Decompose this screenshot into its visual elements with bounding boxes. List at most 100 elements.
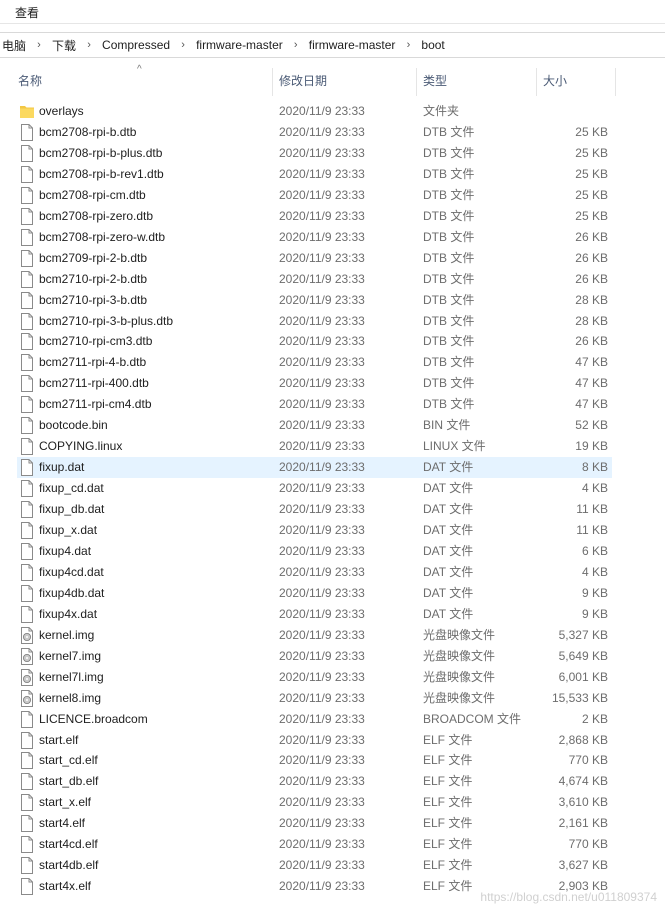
column-header-name[interactable]: 名称 <box>12 66 272 98</box>
file-row[interactable]: bcm2711-rpi-cm4.dtb 2020/11/9 23:33 DTB 文件… <box>17 394 612 415</box>
file-row[interactable]: fixup4x.dat 2020/11/9 23:33 DAT 文件 9 KB <box>17 604 612 625</box>
file-size: 8 KB <box>581 460 608 475</box>
file-row[interactable]: start.elf 2020/11/9 23:33 ELF 文件 2,868 KB <box>17 730 612 751</box>
file-row[interactable]: kernel7.img 2020/11/9 23:33 光盘映像文件 5,649 KB <box>17 646 612 667</box>
breadcrumb-item[interactable]: Compressed <box>102 38 170 52</box>
file-row[interactable]: bcm2710-rpi-cm3.dtb 2020/11/9 23:33 DTB 文件… <box>17 331 612 352</box>
file-icon <box>20 228 34 246</box>
file-row[interactable]: bcm2708-rpi-cm.dtb 2020/11/9 23:33 DTB 文件 2… <box>17 185 612 206</box>
menu-view[interactable]: 查看 <box>15 4 39 21</box>
file-icon <box>20 584 34 602</box>
file-row[interactable]: start4.elf 2020/11/9 23:33 ELF 文件 2,161 KB <box>17 813 612 834</box>
file-name: LICENCE.broadcom <box>39 711 148 726</box>
column-header-size[interactable]: 大小 <box>537 66 615 98</box>
chevron-right-icon[interactable]: › <box>76 39 102 51</box>
chevron-right-icon[interactable]: › <box>283 39 309 51</box>
chevron-right-icon[interactable]: › <box>395 39 421 51</box>
file-type: LINUX 文件 <box>423 439 486 454</box>
file-icon <box>20 312 34 330</box>
file-row[interactable]: bcm2710-rpi-2-b.dtb 2020/11/9 23:33 DTB 文件… <box>17 269 612 290</box>
file-row[interactable]: start4db.elf 2020/11/9 23:33 ELF 文件 3,627 K… <box>17 855 612 876</box>
disc-image-icon <box>20 668 34 686</box>
file-name: bcm2708-rpi-b-rev1.dtb <box>39 166 164 181</box>
file-icon <box>20 878 34 896</box>
file-size: 26 KB <box>575 250 608 265</box>
file-row[interactable]: fixup_x.dat 2020/11/9 23:33 DAT 文件 11 KB <box>17 520 612 541</box>
column-header-date[interactable]: 修改日期 <box>273 66 416 98</box>
column-divider[interactable] <box>615 68 616 96</box>
file-date: 2020/11/9 23:33 <box>279 816 365 831</box>
chevron-right-icon[interactable]: › <box>26 39 52 51</box>
file-icon <box>20 207 34 225</box>
file-name: start.elf <box>39 732 79 747</box>
file-name: fixup4cd.dat <box>39 564 104 579</box>
file-icon <box>20 857 34 875</box>
file-row[interactable]: kernel8.img 2020/11/9 23:33 光盘映像文件 15,533 K… <box>17 688 612 709</box>
file-row[interactable]: bcm2708-rpi-b.dtb 2020/11/9 23:33 DTB 文件 25… <box>17 122 612 143</box>
file-row[interactable]: kernel7l.img 2020/11/9 23:33 光盘映像文件 6,001 K… <box>17 667 612 688</box>
file-size: 26 KB <box>575 229 608 244</box>
breadcrumb-item[interactable]: 电脑 <box>2 37 26 54</box>
file-size: 25 KB <box>575 187 608 202</box>
breadcrumb-item[interactable]: firmware-master <box>309 38 396 52</box>
file-icon <box>20 123 34 141</box>
file-size: 11 KB <box>576 502 608 517</box>
file-row[interactable]: kernel.img 2020/11/9 23:33 光盘映像文件 5,327 KB <box>17 625 612 646</box>
file-size: 28 KB <box>575 292 608 307</box>
column-header-type[interactable]: 类型 <box>417 66 536 98</box>
breadcrumb-item[interactable]: boot <box>421 38 444 52</box>
file-row[interactable]: fixup4.dat 2020/11/9 23:33 DAT 文件 6 KB <box>17 541 612 562</box>
file-row[interactable]: overlays 2020/11/9 23:33 文件夹 <box>17 101 612 122</box>
file-type: BIN 文件 <box>423 418 471 433</box>
file-size: 47 KB <box>575 355 608 370</box>
file-icon <box>20 165 34 183</box>
file-row[interactable]: bcm2709-rpi-2-b.dtb 2020/11/9 23:33 DTB 文件… <box>17 248 612 269</box>
chevron-right-icon[interactable]: › <box>170 39 196 51</box>
file-type: ELF 文件 <box>423 837 473 852</box>
file-row[interactable]: fixup4db.dat 2020/11/9 23:33 DAT 文件 9 KB <box>17 583 612 604</box>
file-date: 2020/11/9 23:33 <box>279 732 365 747</box>
file-row[interactable]: start_db.elf 2020/11/9 23:33 ELF 文件 4,674 K… <box>17 771 612 792</box>
file-row[interactable]: COPYING.linux 2020/11/9 23:33 LINUX 文件 19 K… <box>17 436 612 457</box>
file-date: 2020/11/9 23:33 <box>279 795 365 810</box>
file-date: 2020/11/9 23:33 <box>279 355 365 370</box>
file-row[interactable]: bcm2710-rpi-3-b.dtb 2020/11/9 23:33 DTB 文件… <box>17 290 612 311</box>
file-size: 26 KB <box>575 334 608 349</box>
file-row[interactable]: bcm2708-rpi-zero.dtb 2020/11/9 23:33 DTB 文… <box>17 206 612 227</box>
file-size: 4,674 KB <box>558 774 608 789</box>
file-size: 11 KB <box>576 523 608 537</box>
file-row[interactable]: fixup.dat 2020/11/9 23:33 DAT 文件 8 KB <box>17 457 612 479</box>
file-row[interactable]: fixup_cd.dat 2020/11/9 23:33 DAT 文件 4 KB <box>17 478 612 499</box>
file-row[interactable]: bcm2711-rpi-400.dtb 2020/11/9 23:33 DTB 文件… <box>17 373 612 394</box>
file-row[interactable]: LICENCE.broadcom 2020/11/9 23:33 BROADCOM … <box>17 709 612 730</box>
file-date: 2020/11/9 23:33 <box>279 166 365 181</box>
file-type: DTB 文件 <box>423 166 475 181</box>
file-date: 2020/11/9 23:33 <box>279 271 365 286</box>
file-row[interactable]: bcm2708-rpi-b-rev1.dtb 2020/11/9 23:33 DTB… <box>17 164 612 185</box>
file-row[interactable]: start4cd.elf 2020/11/9 23:33 ELF 文件 770 KB <box>17 834 612 855</box>
breadcrumb-item[interactable]: firmware-master <box>196 38 283 52</box>
file-row[interactable]: bcm2711-rpi-4-b.dtb 2020/11/9 23:33 DTB 文件… <box>17 352 612 373</box>
file-row[interactable]: fixup4cd.dat 2020/11/9 23:33 DAT 文件 4 KB <box>17 562 612 583</box>
file-date: 2020/11/9 23:33 <box>279 250 365 265</box>
file-name: fixup_db.dat <box>39 502 105 517</box>
breadcrumb-item[interactable]: 下载 <box>52 37 76 54</box>
file-icon <box>20 186 34 204</box>
file-icon <box>20 270 34 288</box>
file-row[interactable]: start_cd.elf 2020/11/9 23:33 ELF 文件 770 KB <box>17 750 612 771</box>
file-row[interactable]: start_x.elf 2020/11/9 23:33 ELF 文件 3,610 KB <box>17 792 612 813</box>
file-type: ELF 文件 <box>423 879 473 894</box>
file-row[interactable]: fixup_db.dat 2020/11/9 23:33 DAT 文件 11 KB <box>17 499 612 520</box>
file-row[interactable]: bcm2710-rpi-3-b-plus.dtb 2020/11/9 23:33 D… <box>17 311 612 332</box>
file-type: DAT 文件 <box>423 460 474 475</box>
file-date: 2020/11/9 23:33 <box>279 585 365 600</box>
file-row[interactable]: bootcode.bin 2020/11/9 23:33 BIN 文件 52 KB <box>17 415 612 436</box>
file-size: 4 KB <box>581 481 608 496</box>
file-size: 3,610 KB <box>558 795 608 810</box>
file-type: ELF 文件 <box>423 774 473 789</box>
file-name: fixup4x.dat <box>39 606 98 621</box>
file-row[interactable]: bcm2708-rpi-b-plus.dtb 2020/11/9 23:33 DTB… <box>17 143 612 164</box>
file-name: bcm2709-rpi-2-b.dtb <box>39 250 148 265</box>
file-date: 2020/11/9 23:33 <box>279 774 365 789</box>
file-row[interactable]: bcm2708-rpi-zero-w.dtb 2020/11/9 23:33 DTB… <box>17 227 612 248</box>
